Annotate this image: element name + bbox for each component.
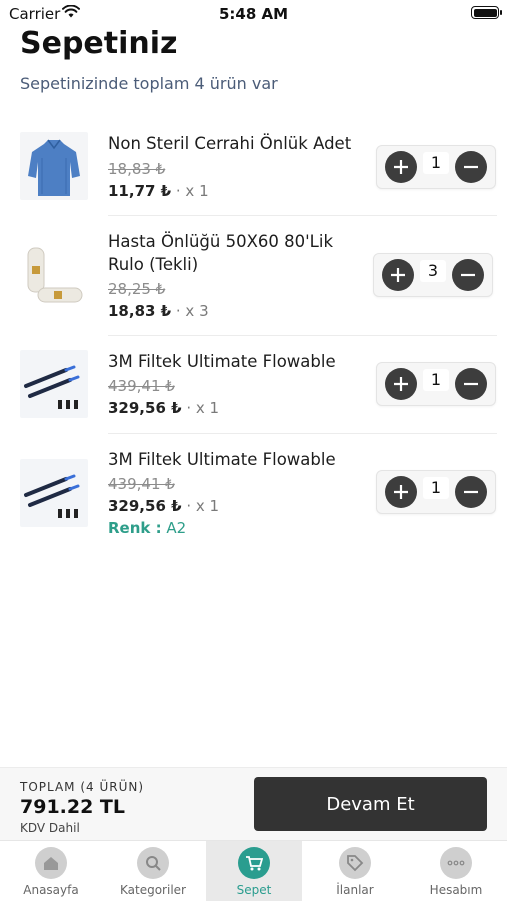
item-variant: Renk : A2 bbox=[108, 519, 186, 537]
item-name: Non Steril Cerrahi Önlük Adet bbox=[108, 134, 352, 153]
cart-item: Non Steril Cerrahi Önlük Adet 18,83 ₺ 11… bbox=[0, 120, 507, 216]
home-icon bbox=[35, 847, 67, 879]
cart-item: 3M Filtek Ultimate Flowable 439,41 ₺ 329… bbox=[0, 434, 507, 544]
battery-icon bbox=[471, 6, 502, 19]
item-price: 18,83 ₺ bbox=[108, 302, 172, 320]
item-price-line: 329,56 ₺ · x 1 bbox=[108, 497, 219, 515]
plus-icon bbox=[394, 160, 408, 174]
tab-label: İlanlar bbox=[336, 883, 374, 897]
continue-button[interactable]: Devam Et bbox=[254, 777, 487, 831]
tab-home[interactable]: Anasayfa bbox=[3, 841, 99, 901]
item-price-line: 18,83 ₺ · x 3 bbox=[108, 302, 209, 320]
variant-label: Renk : bbox=[108, 519, 162, 537]
increase-quantity-button[interactable] bbox=[385, 476, 417, 508]
increase-quantity-button[interactable] bbox=[382, 259, 414, 291]
item-name: 3M Filtek Ultimate Flowable bbox=[108, 450, 336, 469]
item-price: 329,56 ₺ bbox=[108, 399, 182, 417]
item-qty-multiplier: · x 3 bbox=[175, 302, 209, 320]
cart-item: 3M Filtek Ultimate Flowable 439,41 ₺ 329… bbox=[0, 336, 507, 434]
page-title: Sepetiniz bbox=[20, 26, 178, 61]
item-price-line: 329,56 ₺ · x 1 bbox=[108, 399, 219, 417]
tab-account[interactable]: Hesabım bbox=[408, 841, 504, 901]
item-qty-multiplier: · x 1 bbox=[186, 399, 220, 417]
tab-cart[interactable]: Sepet bbox=[206, 841, 302, 901]
item-price: 11,77 ₺ bbox=[108, 182, 172, 200]
quantity-value: 1 bbox=[423, 369, 449, 391]
item-old-price: 439,41 ₺ bbox=[108, 475, 175, 493]
minus-icon bbox=[464, 382, 478, 386]
clock: 5:48 AM bbox=[218, 5, 289, 23]
minus-icon bbox=[461, 273, 475, 277]
quantity-value: 3 bbox=[420, 260, 446, 282]
tab-listings[interactable]: İlanlar bbox=[307, 841, 403, 901]
plus-icon bbox=[394, 377, 408, 391]
tab-label: Sepet bbox=[236, 883, 272, 897]
quantity-value: 1 bbox=[423, 152, 449, 174]
plus-icon bbox=[394, 485, 408, 499]
item-qty-multiplier: · x 1 bbox=[175, 182, 209, 200]
cart-icon bbox=[238, 847, 270, 879]
item-name: Hasta Önlüğü 50X60 80'Lik Rulo (Tekli) bbox=[108, 232, 334, 274]
increase-quantity-button[interactable] bbox=[385, 151, 417, 183]
variant-value: A2 bbox=[166, 519, 187, 537]
tab-label: Anasayfa bbox=[23, 883, 79, 897]
item-qty-multiplier: · x 1 bbox=[186, 497, 220, 515]
product-image-surgical-gown[interactable] bbox=[20, 132, 88, 200]
increase-quantity-button[interactable] bbox=[385, 368, 417, 400]
item-price: 329,56 ₺ bbox=[108, 497, 182, 515]
tab-categories[interactable]: Kategoriler bbox=[105, 841, 201, 901]
item-old-price: 439,41 ₺ bbox=[108, 377, 175, 395]
status-bar: Carrier 5:48 AM bbox=[0, 0, 507, 28]
more-icon bbox=[440, 847, 472, 879]
decrease-quantity-button[interactable] bbox=[452, 259, 484, 291]
minus-icon bbox=[464, 165, 478, 169]
product-image-paper-roll[interactable] bbox=[20, 242, 88, 310]
item-name: 3M Filtek Ultimate Flowable bbox=[108, 352, 336, 371]
tab-label: Hesabım bbox=[429, 883, 483, 897]
quantity-stepper: 3 bbox=[373, 253, 493, 297]
cart-item: Hasta Önlüğü 50X60 80'Lik Rulo (Tekli) 2… bbox=[0, 216, 507, 336]
plus-icon bbox=[391, 268, 405, 282]
tag-icon bbox=[339, 847, 371, 879]
product-image-syringes[interactable] bbox=[20, 350, 88, 418]
cart-summary-bar: TOPLAM (4 ÜRÜN) 791.22 TL KDV Dahil Deva… bbox=[0, 767, 507, 840]
categories-icon bbox=[137, 847, 169, 879]
tab-label: Kategoriler bbox=[120, 883, 186, 897]
decrease-quantity-button[interactable] bbox=[455, 151, 487, 183]
cart-count-subtitle: Sepetinizinde toplam 4 ürün var bbox=[20, 74, 278, 93]
decrease-quantity-button[interactable] bbox=[455, 476, 487, 508]
decrease-quantity-button[interactable] bbox=[455, 368, 487, 400]
total-label: TOPLAM (4 ÜRÜN) bbox=[20, 780, 145, 794]
tab-bar: Anasayfa Kategoriler Sepet İlanlar Hesab… bbox=[0, 840, 507, 901]
quantity-value: 1 bbox=[423, 477, 449, 499]
product-image-syringes[interactable] bbox=[20, 459, 88, 527]
tax-note: KDV Dahil bbox=[20, 821, 80, 835]
quantity-stepper: 1 bbox=[376, 470, 496, 514]
minus-icon bbox=[464, 490, 478, 494]
item-price-line: 11,77 ₺ · x 1 bbox=[108, 182, 209, 200]
total-amount: 791.22 TL bbox=[20, 796, 126, 818]
quantity-stepper: 1 bbox=[376, 362, 496, 406]
item-old-price: 18,83 ₺ bbox=[108, 160, 166, 178]
quantity-stepper: 1 bbox=[376, 145, 496, 189]
item-old-price: 28,25 ₺ bbox=[108, 280, 166, 298]
